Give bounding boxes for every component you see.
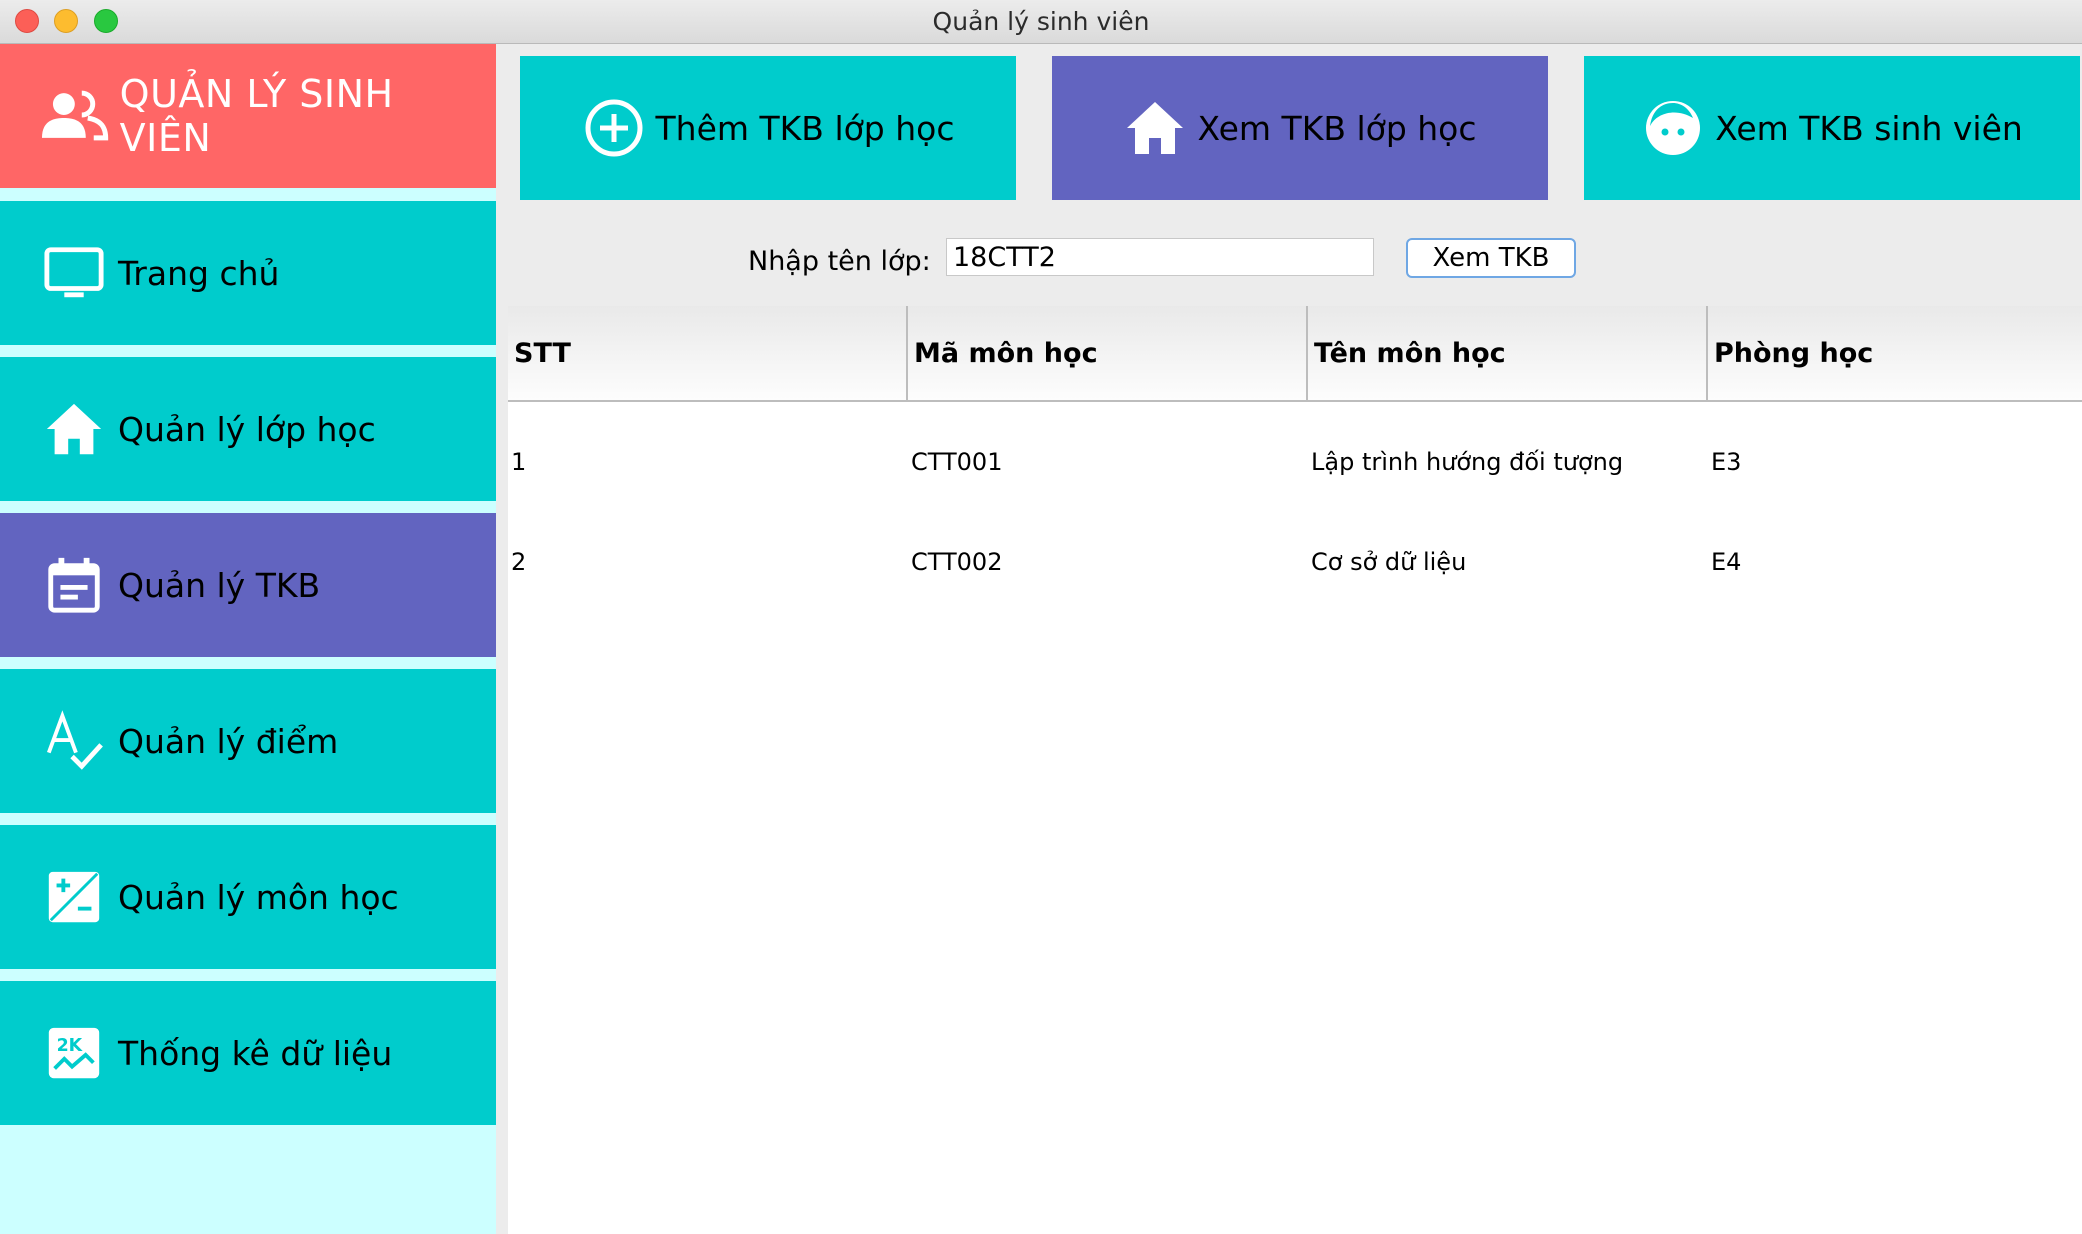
main-content: Thêm TKB lớp học Xem TKB lớp học Xem TKB… [496, 44, 2082, 1234]
add-circle-icon [585, 99, 642, 157]
table-row[interactable]: 1 CTT001 Lập trình hướng đối tượng E3 [508, 412, 2082, 512]
cell-subject-code: CTT001 [911, 448, 1003, 476]
sidebar-brand: QUẢN LÝ SINH VIÊN [0, 44, 496, 188]
sidebar-item-label: Quản lý môn học [118, 877, 399, 917]
sidebar-item-subjects[interactable]: Quản lý môn học [0, 825, 496, 969]
sidebar: QUẢN LÝ SINH VIÊN Trang chủ Quản lý lớp … [0, 44, 496, 1234]
cell-subject-name: Cơ sở dữ liệu [1311, 548, 1467, 576]
cell-room: E3 [1711, 448, 1742, 476]
column-header[interactable]: STT [508, 306, 908, 400]
stats-icon: 2K [40, 1019, 108, 1087]
view-student-schedule-button[interactable]: Xem TKB sinh viên [1584, 56, 2080, 200]
sidebar-item-label: Quản lý lớp học [118, 409, 376, 449]
class-name-label: Nhập tên lớp: [748, 246, 931, 277]
title-bar: Quản lý sinh viên [0, 0, 2082, 44]
top-button-label: Xem TKB sinh viên [1715, 108, 2023, 148]
cell-room: E4 [1711, 548, 1742, 576]
home-icon [40, 395, 108, 463]
column-header[interactable]: Mã môn học [908, 306, 1308, 400]
top-button-label: Thêm TKB lớp học [655, 108, 955, 148]
cell-subject-name: Lập trình hướng đối tượng [1311, 448, 1624, 476]
schedule-table: STT Mã môn học Tên môn học Phòng học 1 C… [508, 306, 2082, 1234]
search-row: Nhập tên lớp: Xem TKB [496, 238, 2082, 288]
face-icon [1646, 101, 1701, 155]
sidebar-item-label: Quản lý điểm [118, 721, 339, 761]
view-class-schedule-button[interactable]: Xem TKB lớp học [1052, 56, 1548, 200]
cell-subject-code: CTT002 [911, 548, 1003, 576]
column-header[interactable]: Tên môn học [1308, 306, 1708, 400]
cell-stt: 2 [511, 548, 527, 576]
sidebar-item-grades[interactable]: Quản lý điểm [0, 669, 496, 813]
sidebar-item-label: Trang chủ [118, 253, 280, 293]
view-schedule-button[interactable]: Xem TKB [1406, 238, 1576, 278]
grade-icon [40, 707, 108, 775]
class-name-input[interactable] [946, 238, 1374, 276]
users-icon [41, 90, 109, 141]
column-header[interactable]: Phòng học [1708, 306, 2082, 400]
brand-title: QUẢN LÝ SINH VIÊN [119, 72, 394, 160]
calendar-icon [40, 551, 108, 619]
table-row[interactable]: 2 CTT002 Cơ sở dữ liệu E4 [508, 512, 2082, 612]
add-class-schedule-button[interactable]: Thêm TKB lớp học [520, 56, 1016, 200]
plus-minus-icon [40, 863, 108, 931]
sidebar-item-statistics[interactable]: 2K Thống kê dữ liệu [0, 981, 496, 1125]
sidebar-item-schedule[interactable]: Quản lý TKB [0, 513, 496, 657]
table-header: STT Mã môn học Tên môn học Phòng học [508, 306, 2082, 402]
window-title: Quản lý sinh viên [932, 7, 1150, 36]
top-button-label: Xem TKB lớp học [1197, 108, 1477, 148]
home-icon [1127, 102, 1184, 154]
monitor-icon [40, 239, 108, 307]
sidebar-item-label: Thống kê dữ liệu [118, 1033, 393, 1073]
cell-stt: 1 [511, 448, 527, 476]
sidebar-item-label: Quản lý TKB [118, 565, 321, 605]
svg-text:2K: 2K [57, 1036, 84, 1056]
sidebar-item-home[interactable]: Trang chủ [0, 201, 496, 345]
sidebar-item-classes[interactable]: Quản lý lớp học [0, 357, 496, 501]
